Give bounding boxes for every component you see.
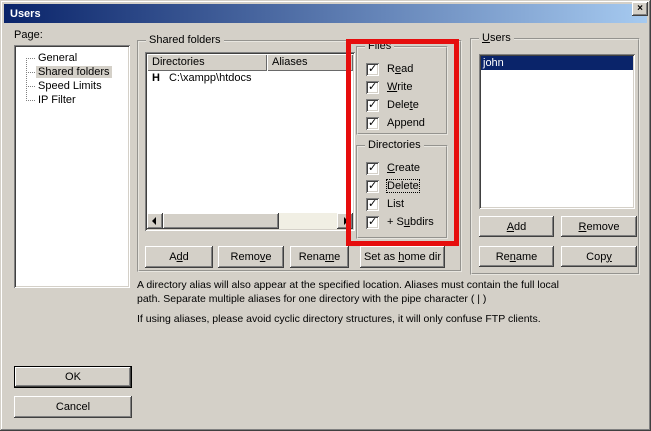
users-group: Users john Add Remove Rename Copy (470, 38, 640, 275)
alias-help-text: A directory alias will also appear at th… (137, 278, 559, 326)
user-list-item[interactable]: john (481, 56, 633, 70)
checkmark-icon: ✓ (368, 116, 377, 129)
sidebar-item-ip-filter[interactable]: IP Filter (36, 93, 78, 107)
checkmark-icon: ✓ (368, 161, 377, 174)
scroll-right-icon (344, 217, 348, 225)
checkbox-label: Append (387, 117, 425, 129)
directories-group: Directories ✓ Create ✓ Delete ✓ List ✓ +… (356, 145, 448, 239)
files-group-label: Files (365, 40, 394, 52)
user-remove-label: Remove (579, 221, 620, 233)
help-line: A directory alias will also appear at th… (137, 278, 559, 292)
checkbox-box[interactable]: ✓ (366, 216, 379, 229)
checkbox-label: Read (387, 63, 413, 75)
directory-path: C:\xampp\htdocs (169, 72, 252, 84)
tree-line (26, 72, 35, 73)
page-tree: General Shared folders Speed Limits IP F… (14, 45, 130, 288)
user-remove-button[interactable]: Remove (561, 216, 637, 237)
checkmark-icon: ✓ (368, 197, 377, 210)
checkbox-box[interactable]: ✓ (366, 180, 379, 193)
column-header-aliases[interactable]: Aliases (267, 54, 353, 71)
listview-header: Directories Aliases (147, 54, 353, 71)
folder-remove-button[interactable]: Remove (218, 246, 284, 268)
ok-button[interactable]: OK (14, 366, 132, 388)
checkmark-icon: ✓ (368, 98, 377, 111)
help-line: path. Separate multiple aliases for one … (137, 292, 559, 306)
checkbox-subdirs[interactable]: ✓ + Subdirs (366, 215, 434, 229)
checkbox-box[interactable]: ✓ (366, 81, 379, 94)
window-title: Users (10, 8, 41, 20)
checkbox-read[interactable]: ✓ Read (366, 62, 413, 76)
users-listbox[interactable]: john (479, 54, 635, 209)
checkbox-box[interactable]: ✓ (366, 162, 379, 175)
directories-listview: Directories Aliases H C:\xampp\htdocs (145, 52, 355, 231)
tree-line (26, 100, 35, 101)
checkbox-label: Delete (387, 180, 419, 192)
checkbox-box[interactable]: ✓ (366, 63, 379, 76)
user-rename-button[interactable]: Rename (479, 246, 554, 267)
set-home-dir-label: Set as home dir (364, 251, 441, 263)
tree-line (26, 58, 27, 101)
tree-item-label: Shared folders (36, 66, 112, 78)
checkbox-label: Write (387, 81, 412, 93)
sidebar-item-speed-limits[interactable]: Speed Limits (36, 79, 104, 93)
titlebar[interactable]: Users (4, 4, 647, 23)
sidebar-item-shared-folders[interactable]: Shared folders (36, 65, 112, 79)
checkbox-write[interactable]: ✓ Write (366, 80, 412, 94)
home-flag: H (152, 72, 160, 84)
checkbox-delete-files[interactable]: ✓ Delete (366, 98, 419, 112)
users-dialog: Users × Page: General Shared folders Spe… (0, 0, 651, 431)
scroll-left-button[interactable] (147, 213, 163, 229)
checkbox-box[interactable]: ✓ (366, 99, 379, 112)
checkbox-create[interactable]: ✓ Create (366, 161, 420, 175)
folder-rename-label: Rename (299, 251, 341, 263)
close-button[interactable]: × (632, 2, 648, 16)
checkbox-label: Create (387, 162, 420, 174)
set-home-dir-button[interactable]: Set as home dir (360, 246, 445, 268)
shared-folders-group-label: Shared folders (146, 34, 224, 46)
scroll-left-icon (152, 217, 156, 225)
checkbox-label: Delete (387, 99, 419, 111)
scroll-right-button[interactable] (337, 213, 353, 229)
user-copy-button[interactable]: Copy (561, 246, 637, 267)
horizontal-scrollbar[interactable] (147, 213, 353, 229)
checkmark-icon: ✓ (368, 62, 377, 75)
tree-item-label: General (36, 52, 79, 64)
checkmark-icon: ✓ (368, 215, 377, 228)
checkmark-icon: ✓ (368, 179, 377, 192)
user-add-label: Add (507, 221, 527, 233)
directories-group-label: Directories (365, 139, 424, 151)
checkbox-label: List (387, 198, 404, 210)
cancel-button[interactable]: Cancel (14, 396, 132, 418)
user-add-button[interactable]: Add (479, 216, 554, 237)
tree-line (26, 86, 35, 87)
cancel-label: Cancel (56, 401, 90, 413)
checkbox-box[interactable]: ✓ (366, 198, 379, 211)
tree-item-label: Speed Limits (36, 80, 104, 92)
checkbox-label: + Subdirs (387, 216, 434, 228)
checkbox-delete-dirs[interactable]: ✓ Delete (366, 179, 419, 193)
checkbox-box[interactable]: ✓ (366, 117, 379, 130)
ok-label: OK (65, 371, 81, 383)
files-group: Files ✓ Read ✓ Write ✓ Delete ✓ Append (356, 46, 448, 135)
folder-add-button[interactable]: Add (145, 246, 213, 268)
folder-add-label: Add (169, 251, 189, 263)
directory-row[interactable]: H C:\xampp\htdocs (147, 71, 252, 85)
close-icon: × (637, 4, 643, 14)
tree-item-label: IP Filter (36, 94, 78, 106)
page-label: Page: (14, 29, 43, 41)
checkbox-append[interactable]: ✓ Append (366, 116, 425, 130)
tree-line (26, 58, 35, 59)
user-copy-label: Copy (586, 251, 612, 263)
checkbox-list[interactable]: ✓ List (366, 197, 404, 211)
users-group-label: Users (479, 32, 514, 44)
folder-rename-button[interactable]: Rename (290, 246, 349, 268)
checkmark-icon: ✓ (368, 80, 377, 93)
sidebar-item-general[interactable]: General (36, 51, 79, 65)
user-rename-label: Rename (496, 251, 538, 263)
folder-remove-label: Remove (231, 251, 272, 263)
scrollbar-thumb[interactable] (163, 213, 279, 229)
scrollbar-track[interactable] (279, 213, 337, 229)
help-line: If using aliases, please avoid cyclic di… (137, 312, 559, 326)
column-header-directories[interactable]: Directories (147, 54, 267, 71)
